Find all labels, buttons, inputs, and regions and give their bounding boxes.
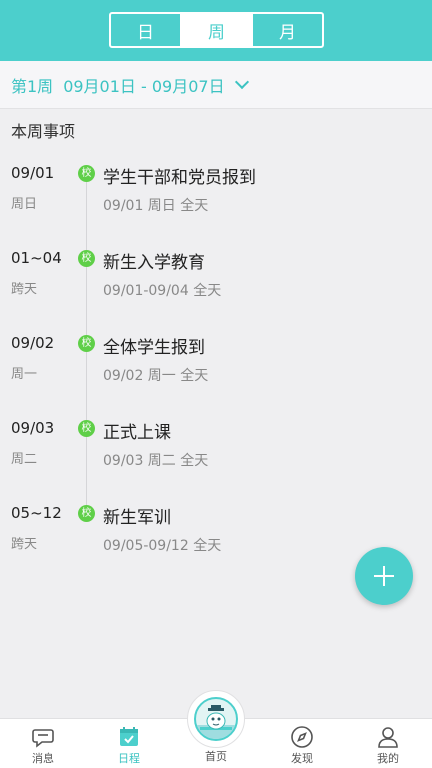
event-item[interactable]: 09/03 周二 校 正式上课 09/03 周二 全天 [0, 419, 432, 489]
top-bar: 日 周 月 [0, 0, 432, 61]
add-event-button[interactable] [355, 547, 413, 605]
event-item[interactable]: 01~04 跨天 校 新生入学教育 09/01-09/04 全天 [0, 249, 432, 319]
tab-home[interactable] [187, 690, 245, 748]
event-time: 09/02 周一 全天 [103, 368, 209, 384]
event-title: 全体学生报到 [103, 338, 205, 358]
event-date: 09/03 [11, 419, 55, 437]
school-badge-icon: 校 [78, 335, 95, 352]
event-item[interactable]: 09/02 周一 校 全体学生报到 09/02 周一 全天 [0, 334, 432, 404]
school-badge-icon: 校 [78, 250, 95, 267]
school-badge-icon: 校 [78, 420, 95, 437]
week-number: 第1周 [11, 76, 54, 96]
section-title: 本周事项 [11, 122, 76, 141]
home-mascot-icon [194, 697, 238, 741]
school-badge-icon: 校 [78, 505, 95, 522]
event-date: 05~12 [11, 504, 62, 522]
event-day: 跨天 [11, 282, 38, 297]
segment-month[interactable]: 月 [251, 14, 322, 46]
event-day: 跨天 [11, 537, 38, 552]
event-day: 周一 [11, 367, 38, 382]
tab-label: 首页 [205, 750, 227, 763]
event-title: 新生军训 [103, 508, 171, 528]
event-date: 09/02 [11, 334, 55, 352]
event-date: 01~04 [11, 249, 62, 267]
view-segmented-control: 日 周 月 [109, 12, 324, 48]
tab-discover[interactable]: 发现 [262, 719, 342, 768]
calendar-icon [120, 727, 138, 746]
compass-icon [291, 726, 313, 748]
event-day: 周日 [11, 197, 38, 212]
tab-label: 日程 [118, 752, 140, 765]
tab-label: 消息 [32, 752, 54, 765]
event-item[interactable]: 09/01 周日 校 学生干部和党员报到 09/01 周日 全天 [0, 164, 432, 234]
user-icon [378, 727, 398, 748]
event-title: 正式上课 [103, 423, 171, 443]
event-time: 09/01 周日 全天 [103, 198, 209, 214]
message-icon [32, 729, 54, 748]
event-time: 09/01-09/04 全天 [103, 283, 222, 299]
event-time: 09/05-09/12 全天 [103, 538, 222, 554]
chevron-down-icon[interactable] [234, 74, 249, 89]
segment-week[interactable]: 周 [180, 14, 251, 46]
event-title: 学生干部和党员报到 [103, 168, 256, 188]
week-selector[interactable]: 第1周 09月01日 - 09月07日 [0, 61, 432, 109]
segment-day[interactable]: 日 [111, 14, 180, 46]
event-time: 09/03 周二 全天 [103, 453, 209, 469]
tab-messages[interactable]: 消息 [3, 719, 83, 768]
event-title: 新生入学教育 [103, 253, 205, 273]
school-badge-icon: 校 [78, 165, 95, 182]
tab-schedule[interactable]: 日程 [89, 719, 169, 768]
event-day: 周二 [11, 452, 38, 467]
event-date: 09/01 [11, 164, 55, 182]
week-range: 09月01日 - 09月07日 [63, 76, 225, 96]
tab-label: 我的 [377, 752, 399, 765]
tab-profile[interactable]: 我的 [348, 719, 428, 768]
tab-label: 发现 [291, 752, 313, 765]
